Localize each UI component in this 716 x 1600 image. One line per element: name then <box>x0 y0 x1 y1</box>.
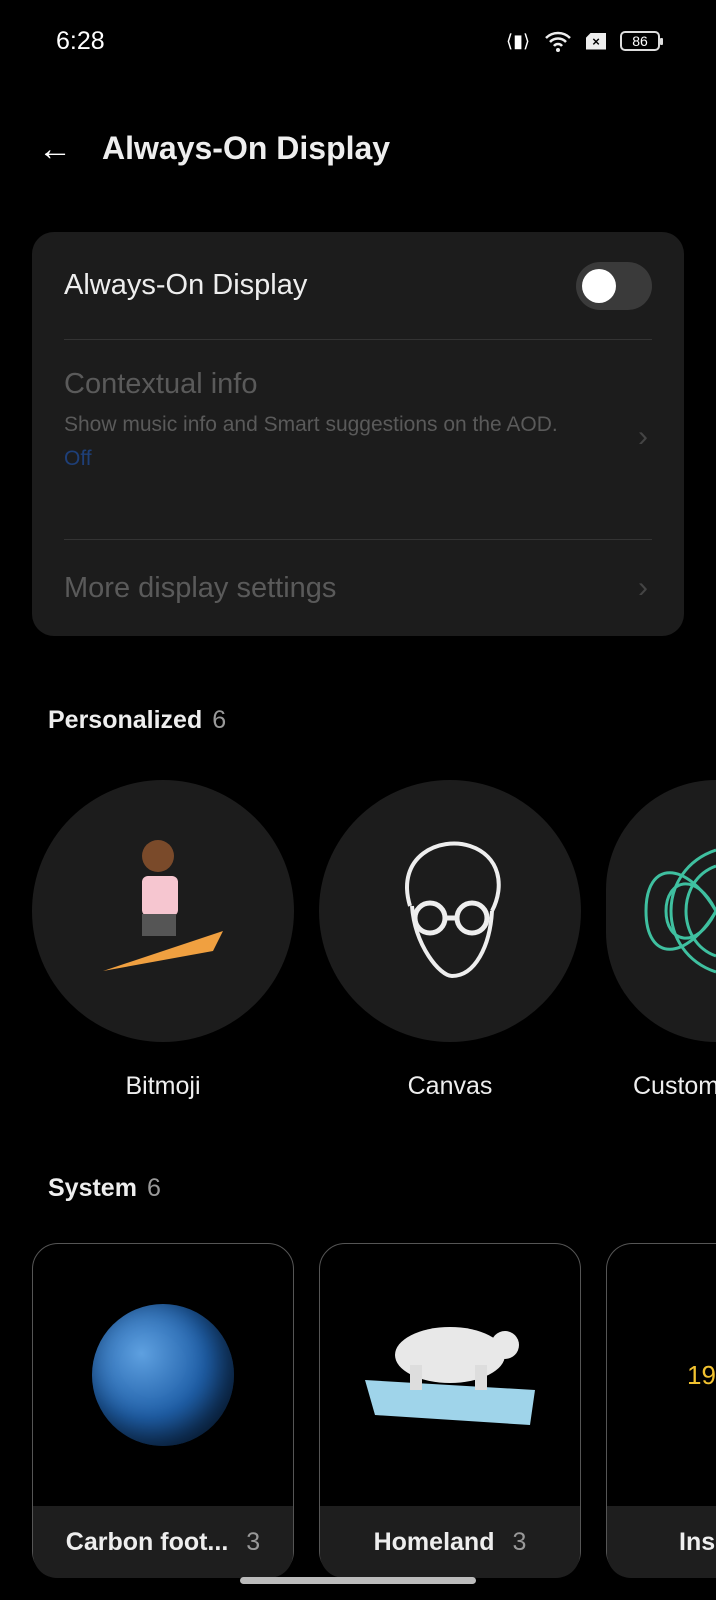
status-bar: 6:28 ⟨▮⟩ × 86 <box>56 26 663 56</box>
no-sim-icon: × <box>586 32 606 50</box>
polar-bear-image <box>365 1327 535 1425</box>
section-system: System 6 <box>48 1174 161 1202</box>
tile-label: Ins <box>679 1527 716 1556</box>
insight-style[interactable]: 19 Ins <box>606 1243 716 1578</box>
homeland-style[interactable]: Homeland 3 <box>319 1243 581 1578</box>
contextual-label: Contextual info <box>64 368 258 400</box>
aod-toggle-row[interactable]: Always-On Display <box>64 232 652 340</box>
aod-toggle[interactable] <box>576 261 652 310</box>
home-indicator[interactable] <box>240 1577 476 1584</box>
vibrate-icon: ⟨▮⟩ <box>506 30 530 51</box>
wifi-icon <box>545 31 571 52</box>
contextual-desc: Show music info and Smart suggestions on… <box>64 413 558 436</box>
earth-image <box>92 1304 234 1446</box>
aod-label: Always-On Display <box>64 269 308 301</box>
section-personalized: Personalized 6 <box>48 706 227 734</box>
tile-count: 3 <box>246 1527 261 1556</box>
canvas-face-icon <box>405 841 501 979</box>
tile-label: Homeland <box>373 1527 495 1556</box>
more-label: More display settings <box>64 571 337 604</box>
clock: 6:28 <box>56 26 105 55</box>
bitmoji-label: Bitmoji <box>125 1072 201 1100</box>
contextual-info-row[interactable]: Contextual info Show music info and Smar… <box>64 340 652 540</box>
custom-label: Custom <box>633 1072 716 1100</box>
canvas-style[interactable] <box>319 780 581 1042</box>
chevron-right-icon: › <box>638 420 648 453</box>
custom-style[interactable] <box>606 780 716 1042</box>
contextual-value: Off <box>64 447 92 470</box>
battery-icon: 86 <box>620 31 663 51</box>
canvas-label: Canvas <box>407 1072 493 1100</box>
clock-preview: 19 <box>687 1359 716 1390</box>
settings-card: Always-On Display Contextual info Show m… <box>32 232 684 636</box>
carbon-footprint-style[interactable]: Carbon foot... 3 <box>32 1243 294 1578</box>
tile-count: 3 <box>512 1527 527 1556</box>
chevron-right-icon: › <box>638 571 648 604</box>
page-title: Always-On Display <box>102 130 391 166</box>
bitmoji-image <box>103 840 223 971</box>
more-display-settings-row[interactable]: More display settings › <box>64 540 652 636</box>
flower-pattern-icon <box>644 848 716 974</box>
bitmoji-style[interactable] <box>32 780 294 1042</box>
back-button[interactable]: ← <box>38 132 72 166</box>
tile-label: Carbon foot... <box>65 1527 229 1556</box>
